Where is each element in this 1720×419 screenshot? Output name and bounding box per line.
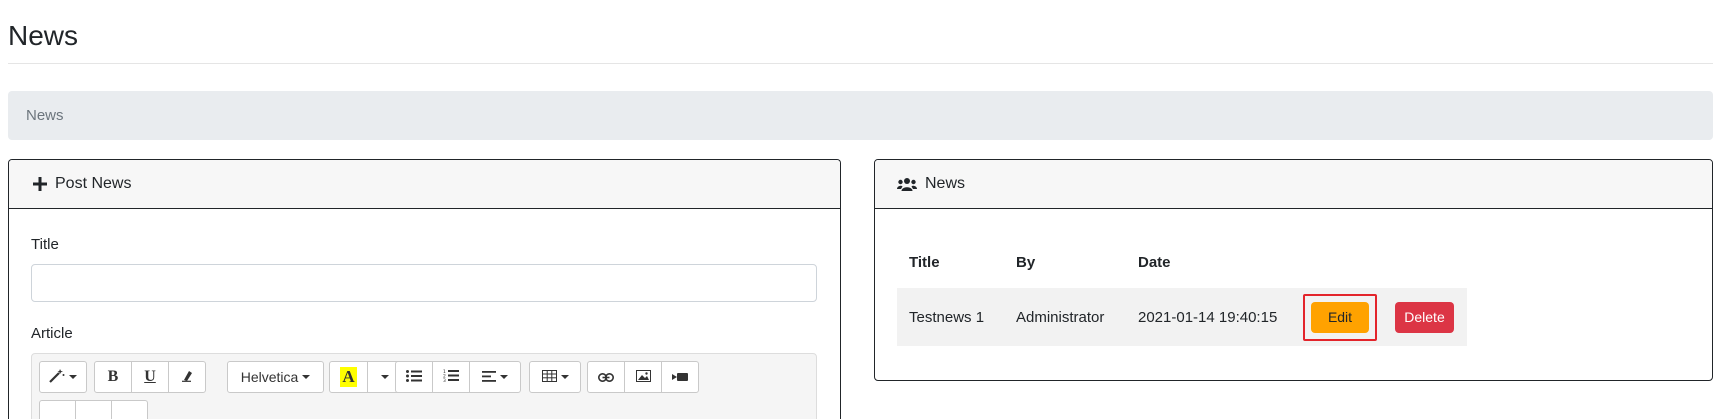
- page-title: News: [8, 20, 79, 51]
- page: News News Post News Title Article B U He…: [0, 0, 1720, 419]
- plus-icon: [33, 177, 47, 191]
- eraser-icon: [181, 369, 193, 385]
- news-table: Title By Date Testnews 1 Administrator 2…: [897, 236, 1467, 346]
- align-left-icon: [482, 369, 496, 385]
- highlight-a-icon: A: [340, 367, 357, 387]
- font-name-group: Helvetica: [227, 361, 324, 393]
- table-row: Testnews 1 Administrator 2021-01-14 19:4…: [897, 288, 1467, 346]
- insert-video-button[interactable]: [661, 361, 699, 393]
- table-group: [529, 361, 581, 393]
- edit-button[interactable]: Edit: [1311, 301, 1369, 333]
- article-editor[interactable]: B U Helvetica A 1 2 3: [31, 353, 817, 419]
- toolbar-row-2: [39, 400, 148, 419]
- style-group: [39, 361, 87, 393]
- highlight-color-button[interactable]: A: [329, 361, 368, 393]
- breadcrumb-item-news: News: [26, 107, 64, 124]
- code-view-button[interactable]: [75, 400, 112, 419]
- users-icon: [897, 177, 917, 191]
- video-icon: [672, 369, 688, 385]
- help-button[interactable]: [111, 400, 148, 419]
- ordered-list-button[interactable]: 123: [432, 361, 470, 393]
- column-header-delete: [1383, 236, 1467, 288]
- title-label: Title: [31, 236, 59, 253]
- unordered-list-button[interactable]: [395, 361, 433, 393]
- news-date-cell: 2021-01-14 19:40:15: [1126, 288, 1297, 346]
- underline-button[interactable]: U: [131, 361, 169, 393]
- delete-button[interactable]: Delete: [1395, 301, 1454, 333]
- table-header-row: Title By Date: [897, 236, 1467, 288]
- bold-button[interactable]: B: [94, 361, 132, 393]
- column-header-title: Title: [909, 253, 940, 271]
- table-icon: [541, 369, 557, 385]
- numbered-list-icon: 123: [443, 369, 459, 385]
- news-list-title: News: [925, 175, 966, 192]
- edit-focus-outline: Edit: [1303, 293, 1377, 341]
- color-group: A: [329, 361, 403, 393]
- insert-picture-button[interactable]: [624, 361, 662, 393]
- news-title-cell: Testnews 1: [897, 288, 1004, 346]
- fullscreen-button[interactable]: [39, 400, 76, 419]
- link-icon: [598, 369, 614, 385]
- column-header-by: By: [1016, 253, 1036, 271]
- news-author-cell: Administrator: [1004, 288, 1126, 346]
- news-list-card: News Title By Date Testnews 1 Administra…: [874, 159, 1713, 381]
- title-input[interactable]: [31, 264, 817, 302]
- post-news-header: Post News: [9, 160, 840, 209]
- insert-group: [587, 361, 699, 393]
- column-header-edit: [1297, 236, 1383, 288]
- picture-icon: [635, 369, 651, 385]
- svg-text:3: 3: [443, 378, 446, 382]
- title-divider: [8, 63, 1713, 64]
- table-dropdown-button[interactable]: [529, 361, 581, 393]
- align-dropdown-button[interactable]: [469, 361, 521, 393]
- paragraph-group: 123: [395, 361, 521, 393]
- delete-cell: Delete: [1383, 288, 1467, 346]
- post-news-title: Post News: [55, 175, 132, 192]
- magic-wand-icon: [49, 368, 65, 386]
- style-magic-button[interactable]: [39, 361, 87, 393]
- bullet-list-icon: [406, 369, 422, 385]
- breadcrumb: News: [8, 91, 1713, 140]
- post-news-card: Post News Title Article B U Helvetica A …: [8, 159, 841, 419]
- news-list-header: News: [875, 160, 1712, 209]
- clear-format-button[interactable]: [168, 361, 206, 393]
- column-header-date: Date: [1138, 253, 1171, 271]
- insert-link-button[interactable]: [587, 361, 625, 393]
- article-label: Article: [31, 325, 73, 342]
- font-style-group: B U: [94, 361, 206, 393]
- edit-cell: Edit: [1297, 288, 1383, 346]
- font-name-dropdown[interactable]: Helvetica: [227, 361, 324, 393]
